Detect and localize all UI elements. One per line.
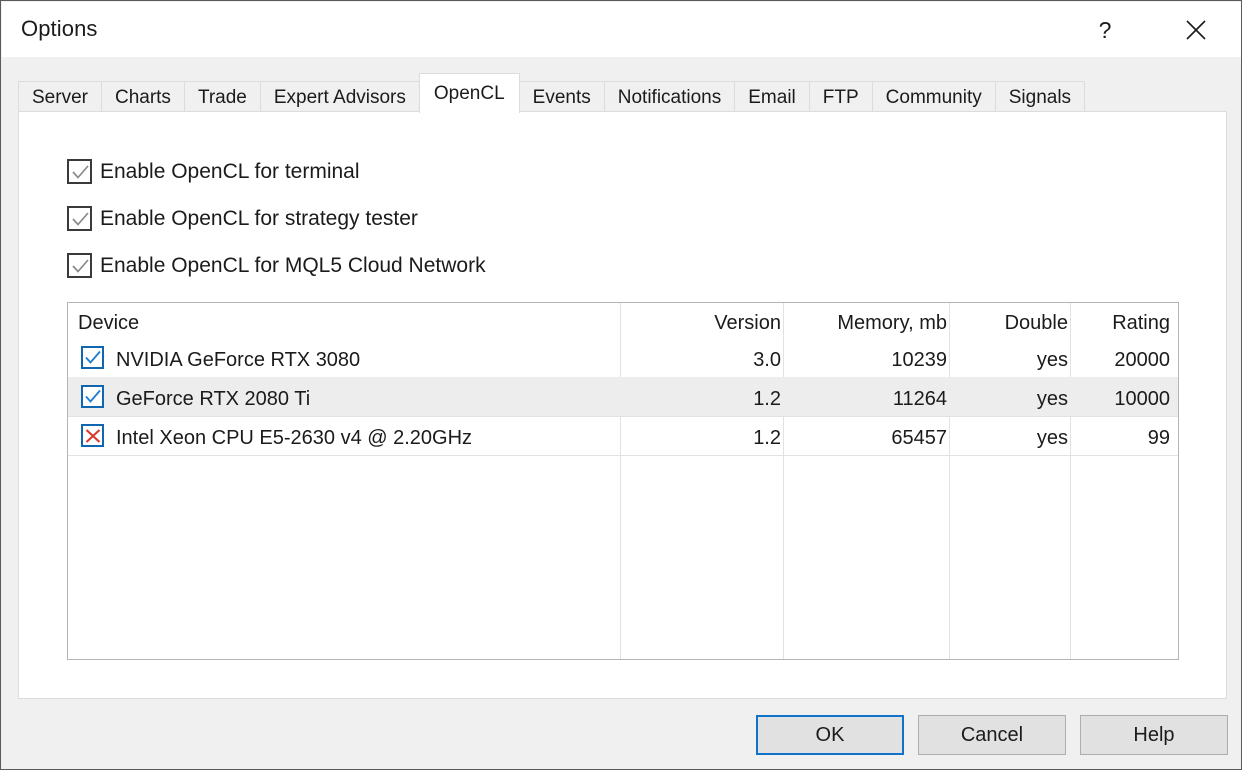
tab-trade[interactable]: Trade	[184, 81, 261, 113]
tab-ftp[interactable]: FTP	[809, 81, 873, 113]
tab-opencl[interactable]: OpenCL	[419, 73, 520, 113]
title-bar: Options ?	[2, 2, 1242, 57]
column-header-rating: Rating	[1112, 313, 1170, 333]
column-header-memory: Memory, mb	[837, 313, 947, 333]
cell-double: yes	[1037, 428, 1068, 448]
ok-button[interactable]: OK	[756, 715, 904, 755]
cell-device-name: GeForce RTX 2080 Ti	[116, 389, 310, 409]
question-mark-icon: ?	[1099, 17, 1112, 44]
titlebar-help-icon[interactable]: ?	[1082, 3, 1128, 57]
checkbox-checked-icon[interactable]	[67, 206, 92, 231]
tab-expert-advisors[interactable]: Expert Advisors	[260, 81, 420, 113]
cell-memory: 10239	[891, 350, 947, 370]
window-title: Options	[21, 16, 98, 42]
option-row[interactable]: Enable OpenCL for terminal	[67, 159, 360, 184]
cell-rating: 20000	[1114, 350, 1170, 370]
device-checkbox-checked-icon[interactable]	[81, 385, 104, 408]
tab-email[interactable]: Email	[734, 81, 810, 113]
tab-notifications[interactable]: Notifications	[604, 81, 736, 113]
device-table[interactable]: Device Version Memory, mb Double Rating NVIDI…	[67, 302, 1179, 660]
tab-events[interactable]: Events	[519, 81, 605, 113]
option-label: Enable OpenCL for MQL5 Cloud Network	[100, 254, 486, 278]
option-row[interactable]: Enable OpenCL for MQL5 Cloud Network	[67, 253, 486, 278]
cancel-button[interactable]: Cancel	[918, 715, 1066, 755]
options-dialog: Options ? ServerChartsTradeExpert Adviso…	[0, 0, 1242, 770]
column-header-double: Double	[1005, 313, 1068, 333]
cell-memory: 65457	[891, 428, 947, 448]
cell-double: yes	[1037, 350, 1068, 370]
cell-version: 1.2	[753, 389, 781, 409]
tab-charts[interactable]: Charts	[101, 81, 185, 113]
cell-rating: 99	[1148, 428, 1170, 448]
cell-version: 1.2	[753, 428, 781, 448]
cell-rating: 10000	[1114, 389, 1170, 409]
close-button[interactable]	[1173, 3, 1219, 57]
option-label: Enable OpenCL for terminal	[100, 160, 360, 184]
cell-memory: 11264	[893, 389, 947, 409]
checkbox-checked-icon[interactable]	[67, 253, 92, 278]
row-divider	[68, 455, 1178, 456]
column-header-version: Version	[714, 313, 781, 333]
device-checkbox-disabled-icon[interactable]	[81, 424, 104, 447]
device-checkbox-checked-icon[interactable]	[81, 346, 104, 369]
device-table-grid: Device Version Memory, mb Double Rating NVIDI…	[68, 303, 1178, 659]
cell-version: 3.0	[753, 350, 781, 370]
tab-server[interactable]: Server	[18, 81, 102, 113]
checkbox-checked-icon[interactable]	[67, 159, 92, 184]
close-icon	[1185, 19, 1207, 41]
cell-device-name: Intel Xeon CPU E5-2630 v4 @ 2.20GHz	[116, 428, 472, 448]
column-header-device: Device	[78, 313, 139, 333]
option-row[interactable]: Enable OpenCL for strategy tester	[67, 206, 418, 231]
cell-device-name: NVIDIA GeForce RTX 3080	[116, 350, 360, 370]
help-button[interactable]: Help	[1080, 715, 1228, 755]
option-label: Enable OpenCL for strategy tester	[100, 207, 418, 231]
tab-community[interactable]: Community	[872, 81, 996, 113]
tab-signals[interactable]: Signals	[995, 81, 1085, 113]
tab-strip: ServerChartsTradeExpert AdvisorsOpenCLEv…	[18, 78, 1084, 113]
tab-content-panel: Enable OpenCL for terminal Enable OpenCL …	[18, 111, 1227, 699]
cell-double: yes	[1037, 389, 1068, 409]
